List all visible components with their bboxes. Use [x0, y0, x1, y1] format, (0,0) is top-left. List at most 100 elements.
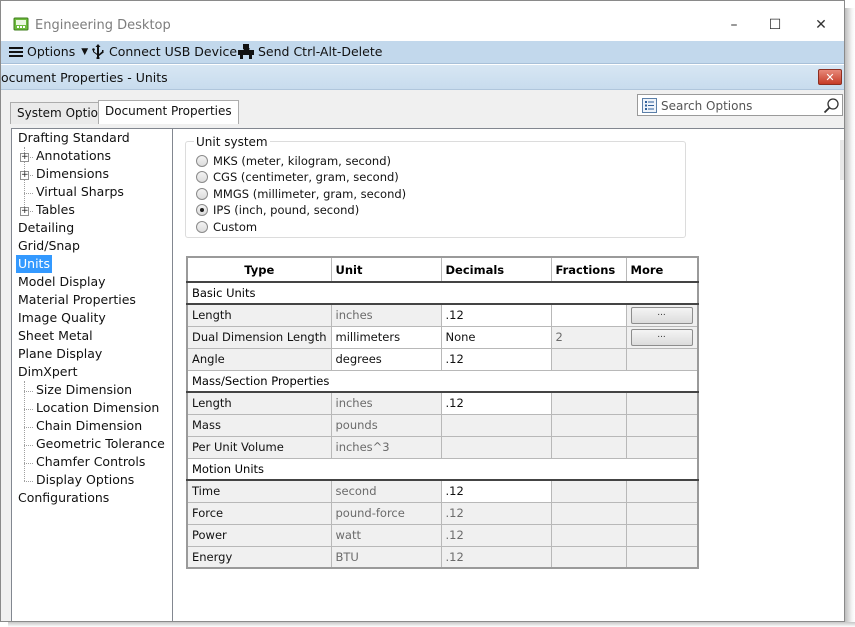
unit-system-option[interactable]: IPS (inch, pound, second) [196, 203, 359, 217]
unit-system-option-label: Custom [213, 219, 258, 234]
table-row: Mass pounds [186, 413, 698, 437]
tree-item[interactable]: Drafting Standard [16, 129, 132, 147]
tree-item[interactable]: Display Options [34, 471, 136, 489]
dialog-close-button[interactable]: ✕ [818, 69, 842, 85]
unit-cell: inches^3 [330, 435, 442, 459]
fractions-cell [550, 479, 627, 503]
tree-connector [24, 445, 33, 446]
more-cell [625, 413, 698, 437]
connect-usb-menu[interactable]: Connect USB Device ▼ [91, 44, 250, 59]
unit-system-option-label: IPS (inch, pound, second) [213, 203, 360, 218]
decimals-cell: .12 [440, 545, 552, 569]
tree-item-label: Detailing [18, 220, 75, 235]
tree-item-label: Units [18, 256, 50, 271]
column-header: Decimals [440, 256, 552, 283]
table-row: Length inches .12 [186, 391, 698, 415]
type-cell: Length [186, 303, 332, 327]
tree-item[interactable]: Grid/Snap [16, 237, 82, 255]
tree-item-label: DimXpert [18, 364, 78, 379]
expand-icon[interactable]: + [20, 153, 29, 162]
tree-item[interactable]: Detailing [16, 219, 76, 237]
table-row: Dual Dimension Length millimeters None 2... [186, 325, 698, 349]
tree-item[interactable]: DimXpert [16, 363, 80, 381]
toolbar: Options ▼ Connect USB Device ▼ Send Ctrl… [1, 41, 844, 64]
decimals-cell[interactable]: .12 [440, 479, 552, 503]
minimize-icon: – [730, 17, 738, 33]
tree-item[interactable]: Image Quality [16, 309, 108, 327]
decimals-cell[interactable]: .12 [440, 347, 552, 371]
tree-item[interactable]: Size Dimension [34, 381, 134, 399]
tree-item[interactable]: Plane Display [16, 345, 104, 363]
tree-item-label: Chamfer Controls [36, 454, 146, 469]
tree-item[interactable]: Material Properties [16, 291, 138, 309]
tree-item[interactable]: Dimensions [34, 165, 111, 183]
tree-item-label: Model Display [18, 274, 106, 289]
type-cell: Mass [186, 413, 332, 437]
radio-button[interactable] [196, 220, 208, 233]
table-row: Length inches .12... [186, 303, 698, 327]
tree-connector [24, 193, 33, 194]
window-shadow-bottom [8, 622, 855, 627]
minimize-button[interactable]: – [719, 11, 749, 39]
maximize-button[interactable]: ☐ [760, 11, 790, 39]
close-button[interactable]: ✕ [806, 11, 836, 39]
decimals-cell[interactable]: None [440, 325, 552, 349]
tree-item[interactable]: Units [16, 255, 52, 273]
table-row: Per Unit Volume inches^3 [186, 435, 698, 459]
decimals-cell[interactable]: .12 [440, 303, 552, 327]
fractions-cell[interactable] [550, 303, 627, 327]
options-menu[interactable]: Options ▼ [9, 44, 88, 59]
units-content-pane: Unit system MKS (meter, kilogram, second… [173, 128, 844, 621]
hamburger-icon [9, 46, 23, 57]
tree-item[interactable]: Configurations [16, 489, 111, 507]
section-title: Motion Units [186, 457, 698, 481]
more-button[interactable]: ... [630, 328, 693, 346]
more-cell [625, 391, 698, 415]
more-cell [625, 347, 698, 371]
more-cell [625, 501, 698, 525]
tree-item[interactable]: Tables [34, 201, 77, 219]
app-icon [13, 17, 29, 31]
dialog-title: ocument Properties - Units [1, 70, 168, 85]
search-icon[interactable] [823, 97, 840, 114]
unit-system-option[interactable]: MMGS (millimeter, gram, second) [196, 187, 406, 201]
tree-item[interactable]: Model Display [16, 273, 108, 291]
send-cad-button[interactable]: Send Ctrl-Alt-Delete [238, 44, 382, 59]
fractions-cell [550, 347, 627, 371]
search-input[interactable]: Search Options [637, 94, 843, 116]
tree-item-label: Display Options [36, 472, 135, 487]
unit-system-option[interactable]: MKS (meter, kilogram, second) [196, 154, 391, 168]
unit-system-option[interactable]: Custom [196, 220, 257, 234]
keyboard-icon [238, 44, 254, 59]
more-cell [625, 545, 698, 569]
close-icon: ✕ [815, 17, 827, 33]
tree-item[interactable]: Chamfer Controls [34, 453, 147, 471]
tree-item[interactable]: Virtual Sharps [34, 183, 126, 201]
radio-button[interactable] [196, 204, 208, 217]
type-cell: Length [186, 391, 332, 415]
radio-button[interactable] [196, 155, 208, 167]
table-header-row: Type Unit Decimals Fractions More [186, 256, 698, 283]
radio-button[interactable] [196, 187, 208, 200]
tree-item-label: Tables [36, 202, 75, 217]
more-button[interactable]: ... [630, 306, 693, 324]
decimals-cell[interactable]: .12 [440, 391, 552, 415]
tab-document-properties[interactable]: Document Properties [98, 100, 239, 124]
tree-item[interactable]: Geometric Tolerance [34, 435, 167, 453]
table-section-row: Mass/Section Properties [186, 369, 698, 393]
tree-item-label: Sheet Metal [18, 328, 93, 343]
radio-button[interactable] [196, 171, 208, 184]
unit-cell[interactable]: degrees [330, 347, 442, 371]
unit-cell: inches [330, 303, 442, 327]
expand-icon[interactable]: + [20, 171, 29, 180]
expand-icon[interactable]: + [20, 207, 29, 216]
column-header: More [625, 256, 698, 283]
tree-item[interactable]: Annotations [34, 147, 113, 165]
tree-item[interactable]: Sheet Metal [16, 327, 95, 345]
type-cell: Dual Dimension Length [186, 325, 332, 349]
unit-system-option[interactable]: CGS (centimeter, gram, second) [196, 170, 399, 184]
tree-item[interactable]: Location Dimension [34, 399, 161, 417]
tree-item[interactable]: Chain Dimension [34, 417, 144, 435]
type-cell: Energy [186, 545, 332, 569]
unit-cell[interactable]: millimeters [330, 325, 442, 349]
